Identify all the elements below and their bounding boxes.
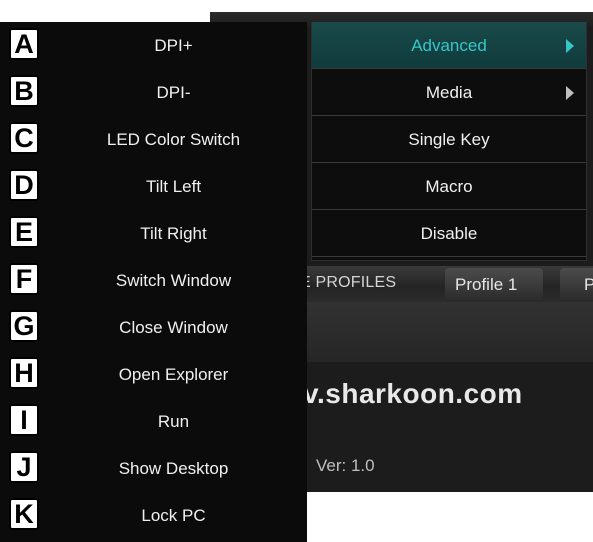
menu-item-label: Close Window xyxy=(119,318,228,337)
letter-badge: D xyxy=(9,169,39,201)
menu-item-tilt-right[interactable]: E Tilt Right xyxy=(0,210,307,257)
letter-badge: E xyxy=(9,216,39,248)
menu-item-label: Disable xyxy=(420,224,478,243)
letter-badge: G xyxy=(9,310,39,342)
version-label: Ver: 1.0 xyxy=(316,456,375,475)
letter-badge: K xyxy=(9,498,39,530)
menu-item-single-key[interactable]: Single Key xyxy=(312,116,586,163)
letter-badge: J xyxy=(9,451,39,483)
letter-badge: B xyxy=(9,75,39,107)
menu-item-label: DPI+ xyxy=(154,36,193,55)
menu-item-label: Show Desktop xyxy=(118,459,229,478)
letter-badge: C xyxy=(9,122,39,154)
profile-tab-partial-label: P xyxy=(584,275,593,294)
menu-item-led-color-switch[interactable]: C LED Color Switch xyxy=(0,116,307,163)
menu-item-macro[interactable]: Macro xyxy=(312,163,586,210)
submenu-arrow-icon xyxy=(566,39,574,53)
menu-item-show-desktop[interactable]: J Show Desktop xyxy=(0,445,307,492)
menu-item-label: Switch Window xyxy=(115,271,232,290)
menu-item-open-explorer[interactable]: H Open Explorer xyxy=(0,351,307,398)
menu-item-label: Media xyxy=(425,83,473,102)
profile-tab-label: Profile 1 xyxy=(455,275,518,294)
letter-badge: H xyxy=(9,357,39,389)
letter-badge: I xyxy=(9,404,39,436)
menu-item-label: Lock PC xyxy=(141,506,206,525)
submenu-arrow-icon xyxy=(566,86,574,100)
menu-item-label: LED Color Switch xyxy=(106,130,241,149)
menu-item-dpi-up[interactable]: A DPI+ xyxy=(0,22,307,69)
key-assignment-menu: Advanced Media Single Key Macro Disable xyxy=(311,22,587,261)
profiles-label: E PROFILES xyxy=(300,274,397,291)
menu-item-run[interactable]: I Run xyxy=(0,398,307,445)
settings-panel xyxy=(300,302,593,362)
menu-item-tilt-left[interactable]: D Tilt Left xyxy=(0,163,307,210)
menu-item-media[interactable]: Media xyxy=(312,69,586,116)
menu-item-switch-window[interactable]: F Switch Window xyxy=(0,257,307,304)
menu-item-lock-pc[interactable]: K Lock PC xyxy=(0,492,307,539)
function-menu: A DPI+ B DPI- C LED Color Switch D Tilt … xyxy=(0,22,307,542)
menu-item-label: DPI- xyxy=(156,83,191,102)
menu-item-disable[interactable]: Disable xyxy=(312,210,586,257)
website-label: v.sharkoon.com xyxy=(303,378,523,409)
menu-item-label: Tilt Left xyxy=(145,177,202,196)
menu-item-label: Macro xyxy=(425,177,473,196)
letter-badge: A xyxy=(9,28,39,60)
menu-item-label: Single Key xyxy=(408,130,490,149)
menu-item-label: Tilt Right xyxy=(140,224,207,243)
menu-item-label: Advanced xyxy=(411,36,487,55)
menu-item-advanced[interactable]: Advanced xyxy=(312,22,586,69)
menu-item-dpi-down[interactable]: B DPI- xyxy=(0,69,307,116)
menu-item-label: Run xyxy=(157,412,190,431)
menu-item-label: Open Explorer xyxy=(118,365,229,384)
letter-badge: F xyxy=(9,263,39,295)
menu-item-close-window[interactable]: G Close Window xyxy=(0,304,307,351)
